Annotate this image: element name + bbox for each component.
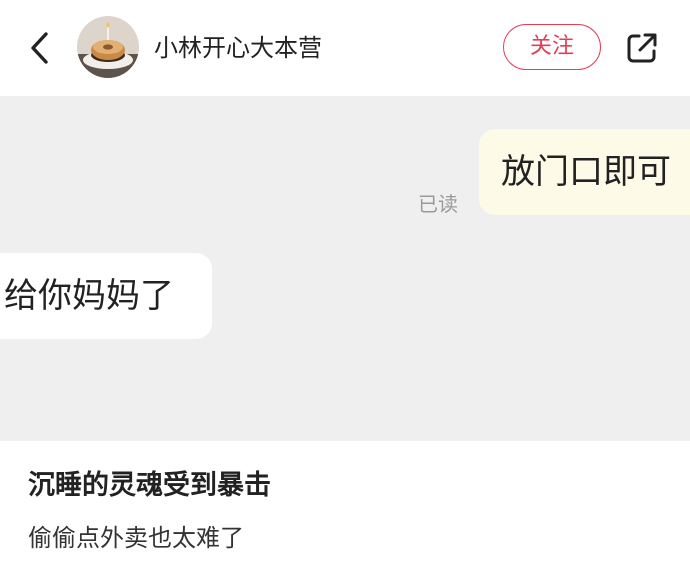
chevron-left-icon bbox=[31, 32, 48, 64]
incoming-message-bubble: 给你妈妈了 bbox=[0, 253, 212, 339]
share-external-icon bbox=[627, 33, 657, 63]
post-body-text: 偷偷点外卖也太难了 bbox=[28, 524, 244, 552]
read-receipt: 已读 bbox=[418, 192, 458, 216]
post-title: 沉睡的灵魂受到暴击 bbox=[28, 470, 271, 501]
top-bar: 小林开心大本营 关注 bbox=[0, 0, 690, 96]
donut-avatar-image bbox=[77, 16, 139, 78]
share-button[interactable] bbox=[620, 26, 664, 70]
chat-screenshot: 放门口即可 已读 给你妈妈了 bbox=[0, 96, 690, 441]
avatar[interactable] bbox=[77, 16, 139, 78]
back-button[interactable] bbox=[22, 26, 58, 70]
follow-button[interactable]: 关注 bbox=[503, 24, 601, 70]
chat-username: 小林开心大本营 bbox=[154, 34, 322, 62]
outgoing-message-bubble: 放门口即可 bbox=[479, 129, 690, 215]
